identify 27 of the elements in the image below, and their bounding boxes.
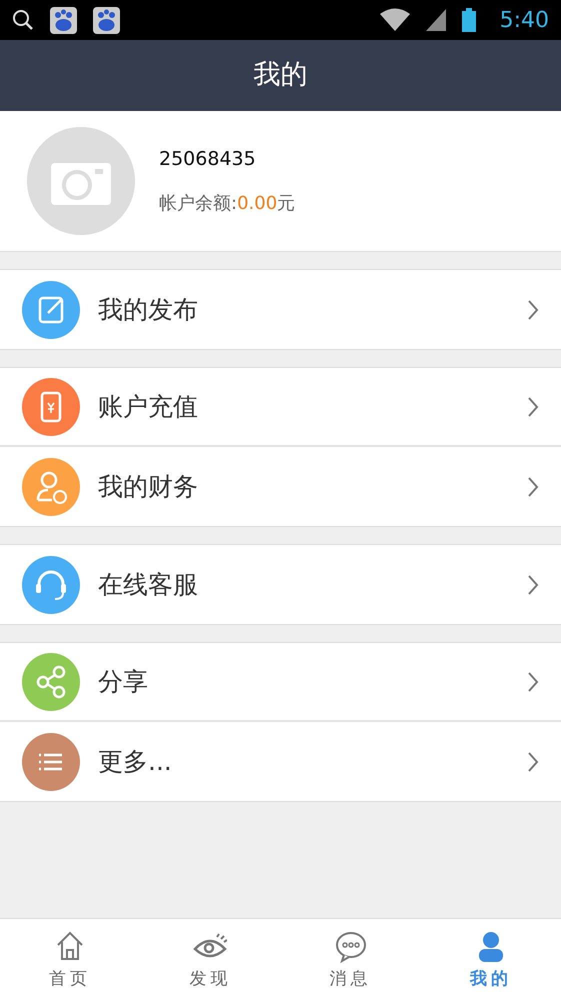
paw-icon — [50, 6, 77, 34]
menu-item[interactable]: 账户充值 — [0, 368, 561, 447]
tab[interactable]: 首页 — [0, 919, 140, 999]
chevron-right-icon — [527, 298, 539, 320]
status-time: 5:40 — [500, 6, 549, 34]
tab[interactable]: 消息 — [280, 919, 421, 999]
user-id: 25068435 — [159, 147, 257, 172]
battery-icon — [462, 8, 476, 32]
balance-text: 帐户余额:0.00元 — [159, 192, 296, 216]
search-icon — [12, 9, 34, 31]
chevron-right-icon — [527, 670, 539, 692]
menu-item[interactable]: 在线客服 — [0, 545, 561, 624]
menu-item[interactable]: 我的发布 — [0, 270, 561, 349]
chevron-right-icon — [527, 476, 539, 498]
tab[interactable]: 发现 — [140, 919, 280, 999]
menu-item[interactable]: 我的财务 — [0, 447, 561, 526]
signal-icon — [426, 9, 446, 31]
paw-icon — [93, 6, 120, 34]
chat-icon — [334, 929, 368, 963]
wifi-icon — [380, 8, 410, 32]
page-title: 我的 — [254, 58, 308, 92]
chevron-right-icon — [527, 750, 539, 772]
tab[interactable]: 我的 — [420, 919, 561, 999]
chevron-right-icon — [527, 396, 539, 418]
chevron-right-icon — [527, 574, 539, 596]
menu-item[interactable]: 分享 — [0, 643, 561, 722]
menu-item[interactable]: 更多... — [0, 722, 561, 801]
